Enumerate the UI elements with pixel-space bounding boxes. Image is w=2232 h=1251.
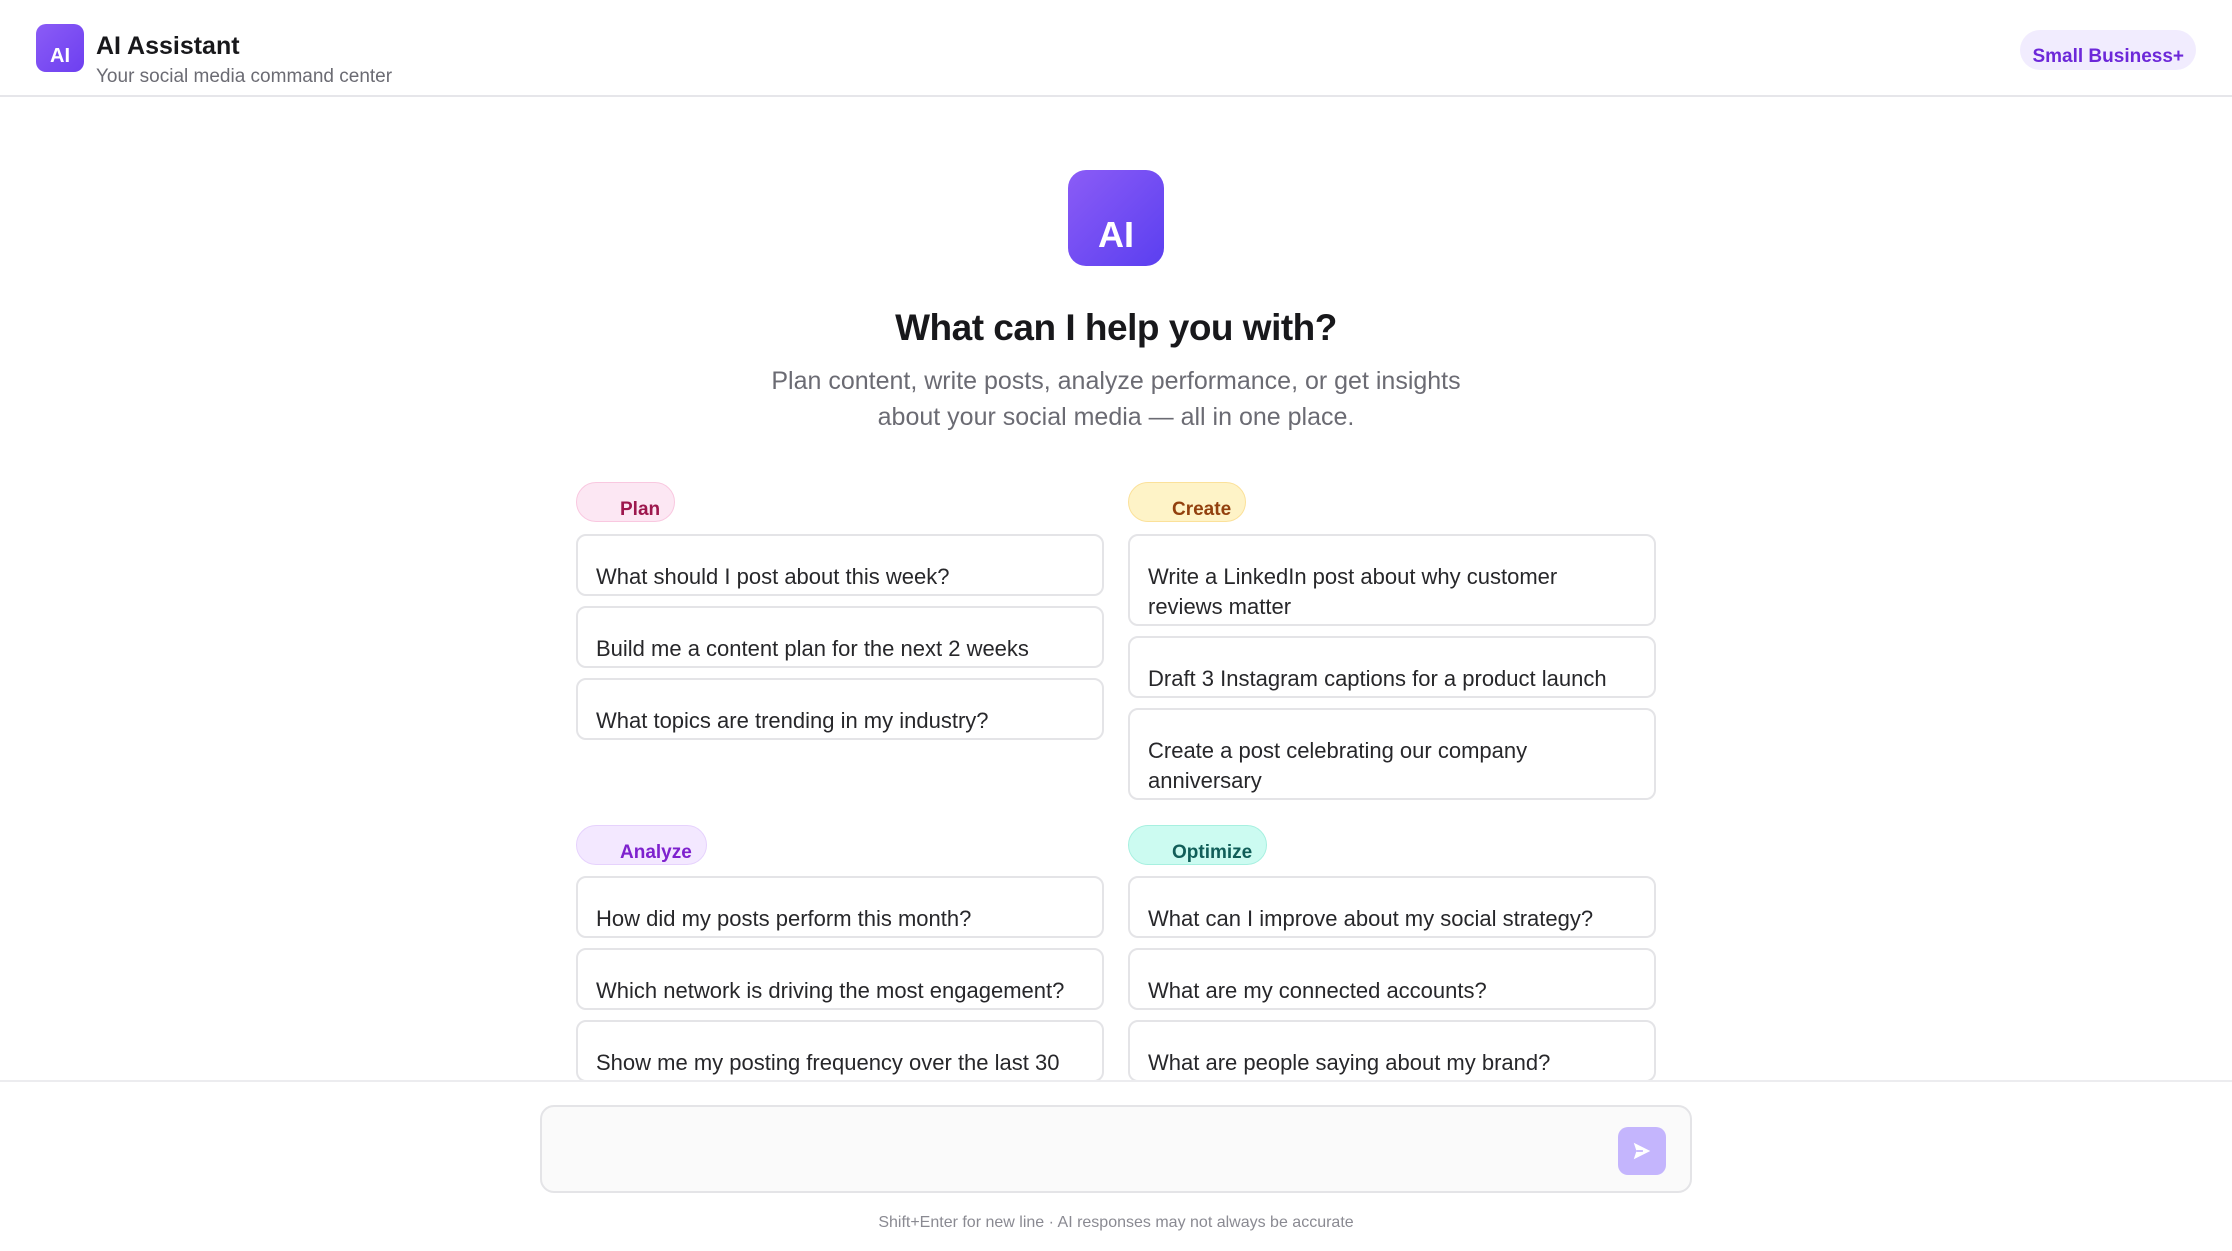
hero-title: What can I help you with?	[895, 307, 1337, 348]
message-input[interactable]	[562, 1129, 1602, 1173]
app-subtitle: Your social media command center	[96, 66, 393, 87]
app-title: AI Assistant	[96, 32, 240, 60]
category-label-create: Create	[1172, 499, 1232, 520]
category-label-optimize: Optimize	[1172, 842, 1253, 863]
app-logo-text: AI	[50, 45, 70, 67]
category-chip-plan: Plan	[576, 482, 676, 522]
category-chip-create: Create	[1128, 482, 1247, 522]
composer-hint: Shift+Enter for new line · AI responses …	[878, 1214, 1354, 1231]
hero-subtitle: Plan content, write posts, analyze perfo…	[771, 367, 1461, 431]
category-chip-analyze: Analyze	[576, 825, 707, 865]
prompt-card-plan-3[interactable]: What topics are trending in my industry?	[576, 678, 1104, 740]
send-arrow-icon	[1633, 1142, 1651, 1160]
prompt-card-create-2[interactable]: Draft 3 Instagram captions for a product…	[1128, 636, 1656, 698]
prompt-card-plan-2[interactable]: Build me a content plan for the next 2 w…	[576, 606, 1104, 668]
prompt-card-create-3[interactable]: Create a post celebrating our company an…	[1128, 708, 1656, 800]
prompt-card-optimize-2[interactable]: What are my connected accounts?	[1128, 948, 1656, 1010]
prompt-card-analyze-2[interactable]: Which network is driving the most engage…	[576, 948, 1104, 1010]
category-chip-optimize: Optimize	[1128, 825, 1268, 865]
plan-badge[interactable]: Small Business+	[2020, 30, 2196, 70]
prompt-card-create-1[interactable]: Write a LinkedIn post about why customer…	[1128, 534, 1656, 626]
hero-logo-text: AI	[1098, 214, 1134, 255]
prompt-card-analyze-1[interactable]: How did my posts perform this month?	[576, 876, 1104, 938]
send-button[interactable]	[1618, 1127, 1666, 1175]
category-label-analyze: Analyze	[620, 842, 692, 863]
prompt-card-optimize-1[interactable]: What can I improve about my social strat…	[1128, 876, 1656, 938]
message-input-box[interactable]	[540, 1105, 1692, 1193]
hero-logo: AI	[1068, 170, 1164, 266]
app-header: AI AI Assistant Your social media comman…	[0, 0, 2232, 97]
app-logo: AI	[36, 24, 84, 72]
prompt-card-plan-1[interactable]: What should I post about this week?	[576, 534, 1104, 596]
prompt-card-analyze-3[interactable]: Show me my posting frequency over the la…	[576, 1020, 1104, 1082]
category-label-plan: Plan	[620, 499, 661, 520]
prompt-card-optimize-3[interactable]: What are people saying about my brand?	[1128, 1020, 1656, 1082]
